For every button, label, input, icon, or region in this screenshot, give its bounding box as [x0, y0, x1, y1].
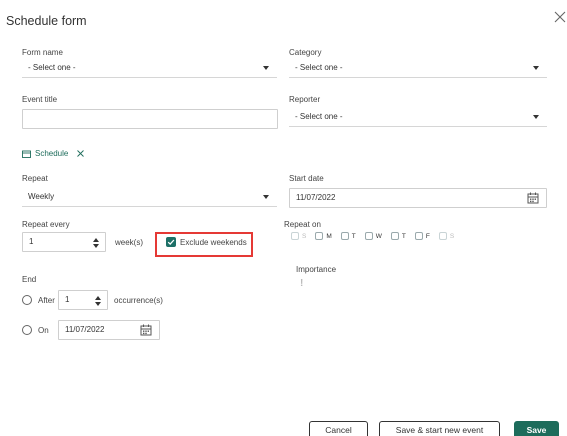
calendar-icon[interactable]: [524, 189, 542, 207]
repeat-value: Weekly: [28, 192, 55, 201]
end-after-value: 1: [65, 295, 70, 304]
checkbox-icon[interactable]: [364, 232, 373, 240]
start-date-label: Start date: [289, 174, 324, 183]
close-icon[interactable]: [553, 10, 567, 24]
end-after-stepper[interactable]: 1: [58, 290, 108, 310]
day-toggle-sunday[interactable]: S: [291, 232, 306, 240]
calendar-icon: [22, 150, 31, 158]
schedule-section-tag: Schedule: [22, 149, 85, 158]
schedule-section-label: Schedule: [35, 149, 69, 158]
day-toggle-saturday[interactable]: S: [438, 232, 454, 240]
day-toggle-friday[interactable]: F: [414, 232, 430, 240]
reporter-value: - Select one -: [295, 112, 343, 121]
end-after-label: After: [38, 296, 55, 305]
repeat-every-stepper[interactable]: 1: [22, 232, 106, 252]
stepper-arrows-icon[interactable]: [93, 237, 99, 249]
chevron-down-icon: [263, 66, 269, 70]
repeat-on-label: Repeat on: [284, 220, 321, 229]
checkbox-icon[interactable]: [340, 232, 349, 240]
repeat-on-days: S M T W T F S: [291, 232, 454, 240]
start-date-input[interactable]: 11/07/2022: [289, 188, 547, 208]
form-name-value: - Select one -: [28, 63, 76, 72]
dialog-title: Schedule form: [6, 14, 87, 28]
chevron-down-icon: [263, 195, 269, 199]
chevron-down-icon: [533, 66, 539, 70]
checkbox-icon[interactable]: [414, 232, 423, 240]
end-label: End: [22, 275, 37, 284]
chevron-down-icon: [533, 115, 539, 119]
reporter-label: Reporter: [289, 95, 321, 104]
importance-marker[interactable]: !: [300, 278, 303, 289]
checkbox-icon[interactable]: [315, 232, 324, 240]
end-after-unit: occurrence(s): [114, 296, 163, 305]
category-value: - Select one -: [295, 63, 343, 72]
save-and-new-button[interactable]: Save & start new event: [379, 421, 500, 436]
checkbox-icon[interactable]: [438, 232, 447, 240]
end-on-date-input[interactable]: 11/07/2022: [58, 320, 160, 340]
importance-label: Importance: [296, 265, 337, 274]
event-title-label: Event title: [22, 95, 58, 104]
reporter-select[interactable]: - Select one -: [289, 108, 547, 127]
day-toggle-monday[interactable]: M: [315, 232, 332, 240]
checkbox-icon[interactable]: [291, 232, 299, 240]
form-name-select[interactable]: - Select one -: [22, 59, 277, 78]
end-on-value: 11/07/2022: [65, 325, 105, 334]
day-toggle-thursday[interactable]: T: [390, 232, 406, 240]
cancel-button[interactable]: Cancel: [309, 421, 368, 436]
remove-icon[interactable]: [76, 149, 85, 158]
end-on-label: On: [38, 326, 49, 335]
form-name-label: Form name: [22, 48, 63, 57]
end-on-radio[interactable]: [22, 325, 32, 335]
repeat-every-value: 1: [29, 237, 34, 246]
category-label: Category: [289, 48, 322, 57]
event-title-input[interactable]: [22, 109, 278, 129]
day-toggle-tuesday[interactable]: T: [340, 232, 356, 240]
highlight-frame: [155, 232, 253, 257]
stepper-arrows-icon[interactable]: [95, 295, 101, 307]
save-button[interactable]: Save: [514, 421, 559, 436]
checkbox-icon[interactable]: [390, 232, 399, 240]
category-select[interactable]: - Select one -: [289, 59, 547, 78]
repeat-every-label: Repeat every: [22, 220, 70, 229]
repeat-select[interactable]: Weekly: [22, 188, 277, 207]
start-date-value: 11/07/2022: [296, 193, 336, 202]
day-toggle-wednesday[interactable]: W: [364, 232, 382, 240]
end-after-radio[interactable]: [22, 295, 32, 305]
repeat-label: Repeat: [22, 174, 48, 183]
repeat-every-unit: week(s): [115, 238, 144, 247]
calendar-icon[interactable]: [137, 321, 155, 339]
